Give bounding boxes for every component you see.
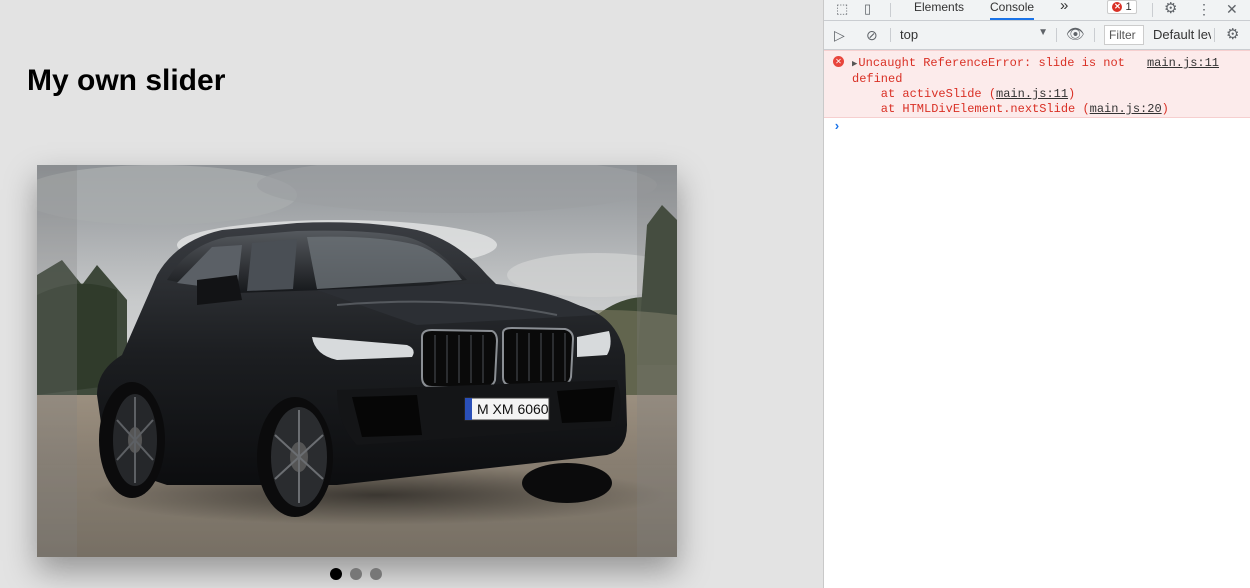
stack-frame-1: at activeSlide (main.js:11) [852, 87, 1076, 101]
settings-gear-icon[interactable]: ⚙ [1164, 1, 1177, 17]
divider [1214, 28, 1215, 42]
error-count: 1 [1125, 1, 1132, 13]
tab-console[interactable]: Console [990, 0, 1035, 20]
divider [1152, 3, 1153, 17]
wheel-front-left [257, 397, 333, 517]
slider-dot-1[interactable] [330, 568, 342, 580]
console-settings-gear-icon[interactable]: ⚙ [1226, 27, 1239, 43]
slider-next-edge[interactable] [637, 165, 677, 557]
console-error-message: ✕ ▶Uncaught ReferenceError: slide is not… [824, 50, 1250, 118]
divider [1056, 28, 1057, 42]
stack-frame-2: at HTMLDivElement.nextSlide (main.js:20) [852, 102, 1169, 116]
slider-dot-2[interactable] [350, 568, 362, 580]
dropdown-caret-icon: ▼ [1038, 27, 1048, 38]
clear-console-icon[interactable]: ⊘ [866, 27, 878, 43]
slider-dots [330, 568, 382, 580]
stack-frame-1-link[interactable]: main.js:11 [996, 87, 1068, 101]
wheel-front-right [522, 463, 612, 503]
slider-dot-3[interactable] [370, 568, 382, 580]
expand-triangle-icon[interactable]: ▶ [852, 59, 857, 69]
image-slider[interactable]: M XM 6060 [37, 165, 677, 557]
license-plate-text: M XM 6060 [477, 401, 549, 417]
error-message-line-1: Uncaught ReferenceError: slide is not [858, 56, 1125, 70]
live-expression-eye-icon[interactable]: 👁 [1066, 27, 1085, 43]
close-devtools-icon[interactable]: ✕ [1226, 1, 1238, 17]
log-levels-dropdown[interactable]: Default levels [1153, 27, 1211, 42]
slider-prev-edge[interactable] [37, 165, 77, 557]
inspect-element-icon[interactable]: ⬚ [836, 1, 848, 17]
console-toolbar: ▷ ⊘ top ▼ 👁 Default levels ⚙ [824, 21, 1250, 50]
console-filter-input[interactable] [1104, 25, 1144, 45]
context-value: top [900, 27, 919, 42]
divider [890, 28, 891, 42]
error-source-link[interactable]: main.js:11 [1147, 56, 1219, 71]
error-count-badge[interactable]: ✕ 1 [1107, 0, 1137, 14]
show-sidebar-icon[interactable]: ▷ [834, 27, 845, 43]
console-prompt-icon[interactable]: › [833, 119, 841, 134]
divider [890, 3, 891, 17]
car-slide-image: M XM 6060 [37, 165, 677, 557]
wheel-rear [99, 382, 165, 498]
context-selector[interactable]: top ▼ [900, 27, 1048, 43]
error-message-line-2: defined [852, 72, 903, 86]
web-page: My own slider M XM 6060 [0, 0, 823, 588]
more-options-icon[interactable]: ⋮ [1197, 1, 1211, 17]
error-text: ▶Uncaught ReferenceError: slide is not d… [852, 56, 1169, 117]
device-toolbar-icon[interactable]: ▯ [864, 1, 871, 17]
devtools-panel: ⬚ ▯ Elements Console » ✕ 1 ⚙ ⋮ ✕ ▷ ⊘ top… [823, 0, 1250, 588]
stack-frame-2-link[interactable]: main.js:20 [1090, 102, 1162, 116]
more-tabs-icon[interactable]: » [1060, 0, 1068, 19]
tab-elements[interactable]: Elements [914, 0, 964, 19]
error-circle-icon: ✕ [833, 56, 844, 67]
devtools-tab-bar: ⬚ ▯ Elements Console » ✕ 1 ⚙ ⋮ ✕ [824, 0, 1250, 21]
screen: My own slider M XM 6060 ⬚ ▯ Elements Con… [0, 0, 1250, 588]
page-title: My own slider [27, 64, 226, 97]
divider [1094, 28, 1095, 42]
error-icon: ✕ [1112, 2, 1123, 12]
